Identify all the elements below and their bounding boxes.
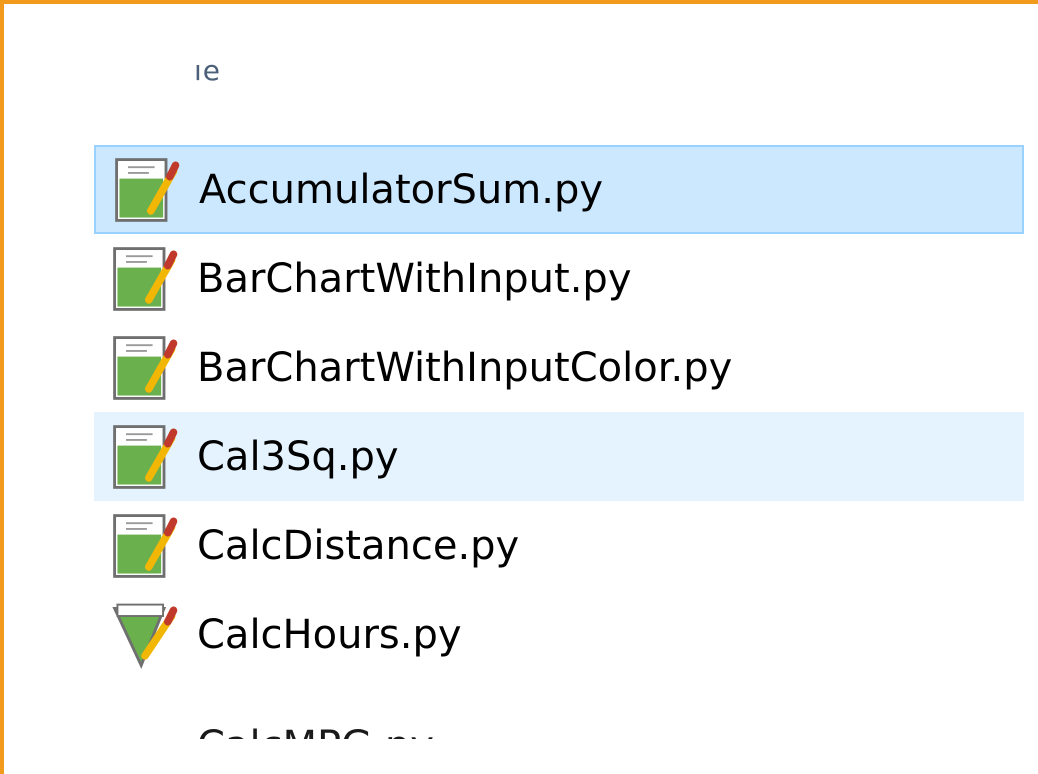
python-script-file-icon: [112, 603, 178, 669]
file-name: CalcDistance.py: [197, 522, 520, 569]
python-script-file-icon: [113, 424, 178, 489]
file-name: Cal3Sq.py: [197, 433, 399, 480]
file-list: AccumulatorSum.py BarChartWithInput.py B…: [94, 145, 1024, 739]
explorer-window: ıe AccumulatorSum.py BarChartWithInput.p…: [0, 0, 1038, 774]
file-name: CalcHours.py: [197, 611, 462, 658]
file-name: AccumulatorSum.py: [199, 166, 604, 213]
python-script-file-icon: [113, 246, 178, 311]
python-script-file-icon: [113, 513, 178, 578]
python-script-file-icon: [115, 157, 180, 222]
file-name: BarChartWithInputColor.py: [197, 344, 733, 391]
file-row-barchartwithinput[interactable]: BarChartWithInput.py: [94, 234, 1024, 323]
file-row-accumulatorsum[interactable]: AccumulatorSum.py: [94, 145, 1024, 234]
file-row-barchartwithinputcolor[interactable]: BarChartWithInputColor.py: [94, 323, 1024, 412]
file-name: BarChartWithInput.py: [197, 255, 632, 302]
file-row-cal3sq[interactable]: Cal3Sq.py: [94, 412, 1024, 501]
file-row-calcdistance[interactable]: CalcDistance.py: [94, 501, 1024, 590]
file-row-calchours[interactable]: CalcHours.py: [94, 590, 1024, 679]
name-column-header[interactable]: ıe: [194, 54, 221, 87]
file-name: CalcMPG.py: [197, 723, 434, 739]
python-script-file-icon: [113, 335, 178, 400]
file-row-calcmpg[interactable]: CalcMPG.py: [94, 679, 1024, 739]
